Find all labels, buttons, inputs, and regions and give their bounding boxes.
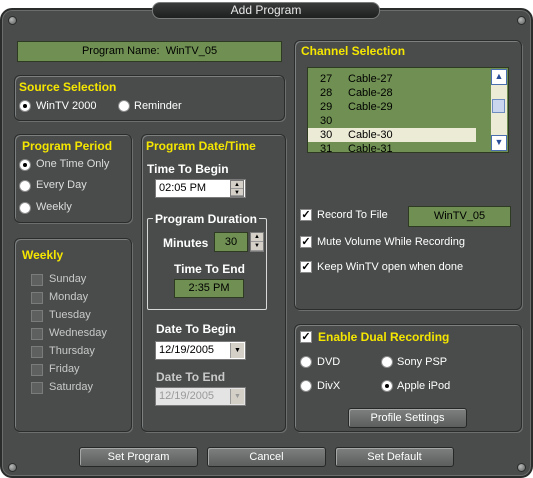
record-to-file-label: Record To File bbox=[317, 209, 388, 221]
record-to-file-input[interactable]: WinTV_05 bbox=[408, 206, 511, 227]
weekly-sunday-label: Sunday bbox=[49, 273, 87, 285]
spin-up-icon[interactable]: ▲ bbox=[251, 233, 263, 242]
weekly-saturday-label: Saturday bbox=[49, 381, 94, 393]
channel-number: 31 bbox=[320, 143, 333, 153]
weekly-friday-label: Friday bbox=[49, 363, 80, 375]
date-to-end-label: Date To End bbox=[156, 370, 226, 384]
source-reminder-radio[interactable] bbox=[118, 100, 130, 112]
set-program-button[interactable]: Set Program bbox=[79, 447, 198, 467]
program-name-label: Program Name: bbox=[81, 45, 160, 57]
weekly-friday-checkbox[interactable] bbox=[31, 364, 43, 376]
minutes-label: Minutes bbox=[163, 236, 209, 250]
channel-name: Cable-27 bbox=[348, 73, 393, 85]
source-wintv-label: WinTV 2000 bbox=[36, 100, 97, 112]
channel-name: Cable-29 bbox=[348, 101, 393, 113]
weekly-title: Weekly bbox=[22, 248, 64, 262]
keep-open-checkbox[interactable]: ✓ bbox=[300, 261, 312, 273]
date-to-begin-value: 12/19/2005 bbox=[159, 344, 215, 356]
chevron-down-icon[interactable]: ▼ bbox=[230, 343, 244, 358]
minutes-input[interactable]: 30 bbox=[214, 232, 248, 252]
weekly-wednesday-label: Wednesday bbox=[49, 327, 107, 339]
weekly-sunday-checkbox[interactable] bbox=[31, 274, 43, 286]
channel-name: Cable-31 bbox=[348, 143, 393, 153]
minutes-spinner[interactable]: ▲ ▼ bbox=[250, 232, 264, 252]
dual-dvd-label: DVD bbox=[317, 356, 341, 368]
dual-sony-psp-radio[interactable] bbox=[381, 356, 393, 368]
channel-list-scrollbar[interactable]: ▲ ▼ bbox=[491, 69, 507, 151]
dual-dvd-radio[interactable] bbox=[300, 356, 312, 368]
program-period-title: Program Period bbox=[22, 139, 113, 153]
program-name-display[interactable]: Program Name: WinTV_05 bbox=[17, 41, 282, 62]
keep-open-label: Keep WinTV open when done bbox=[317, 261, 464, 273]
period-weekly-label: Weekly bbox=[36, 201, 72, 213]
source-reminder-label: Reminder bbox=[134, 100, 182, 112]
channel-number: 30 bbox=[320, 115, 333, 127]
dual-apple-ipod-radio[interactable] bbox=[381, 380, 393, 392]
screw-icon bbox=[8, 463, 17, 472]
screw-icon bbox=[8, 16, 17, 25]
dual-sony-psp-label: Sony PSP bbox=[397, 356, 448, 368]
source-wintv-radio[interactable] bbox=[19, 100, 31, 112]
scroll-up-icon[interactable]: ▲ bbox=[491, 69, 507, 85]
screw-icon bbox=[517, 463, 526, 472]
scroll-down-icon[interactable]: ▼ bbox=[491, 135, 507, 151]
date-to-begin-dropdown[interactable]: 12/19/2005 ▼ bbox=[155, 341, 246, 360]
time-to-begin-label: Time To Begin bbox=[147, 162, 229, 176]
cancel-button[interactable]: Cancel bbox=[207, 447, 326, 467]
date-time-title: Program Date/Time bbox=[146, 139, 256, 153]
weekly-wednesday-checkbox[interactable] bbox=[31, 328, 43, 340]
scroll-thumb[interactable] bbox=[492, 99, 505, 113]
spin-up-icon[interactable]: ▲ bbox=[231, 181, 243, 189]
channel-number: 28 bbox=[320, 87, 333, 99]
enable-dual-recording-title: Enable Dual Recording bbox=[318, 330, 450, 344]
weekly-thursday-checkbox[interactable] bbox=[31, 346, 43, 358]
program-name-value: WinTV_05 bbox=[165, 45, 218, 57]
date-to-end-dropdown[interactable]: 12/19/2005 ▼ bbox=[155, 387, 246, 406]
spin-down-icon[interactable]: ▼ bbox=[231, 189, 243, 196]
time-to-begin-spinner[interactable]: ▲ ▼ bbox=[230, 180, 244, 197]
weekly-monday-checkbox[interactable] bbox=[31, 292, 43, 304]
enable-dual-recording-checkbox[interactable]: ✓ bbox=[300, 331, 312, 343]
mute-volume-checkbox[interactable]: ✓ bbox=[300, 236, 312, 248]
channel-number: 29 bbox=[320, 101, 333, 113]
period-one-time-label: One Time Only bbox=[36, 158, 110, 170]
period-one-time-radio[interactable] bbox=[19, 159, 31, 171]
channel-name: Cable-30 bbox=[348, 129, 393, 141]
channel-number: 27 bbox=[320, 73, 333, 85]
date-to-end-value: 12/19/2005 bbox=[159, 390, 215, 402]
dual-divx-radio[interactable] bbox=[300, 380, 312, 392]
weekly-monday-label: Monday bbox=[49, 291, 89, 303]
weekly-saturday-checkbox[interactable] bbox=[31, 382, 43, 394]
channel-selection-title: Channel Selection bbox=[301, 44, 406, 58]
source-selection-title: Source Selection bbox=[19, 80, 117, 94]
chevron-down-icon[interactable]: ▼ bbox=[230, 389, 244, 404]
program-duration-title: Program Duration bbox=[153, 212, 260, 226]
mute-volume-label: Mute Volume While Recording bbox=[317, 236, 465, 248]
dual-apple-ipod-label: Apple iPod bbox=[397, 380, 451, 392]
weekly-tuesday-label: Tuesday bbox=[49, 309, 91, 321]
weekly-tuesday-checkbox[interactable] bbox=[31, 310, 43, 322]
record-to-file-checkbox[interactable]: ✓ bbox=[300, 209, 312, 221]
screw-icon bbox=[517, 16, 526, 25]
profile-settings-button[interactable]: Profile Settings bbox=[348, 408, 467, 428]
window-title: Add Program bbox=[152, 2, 380, 19]
set-default-button[interactable]: Set Default bbox=[335, 447, 454, 467]
channel-number: 30 bbox=[320, 129, 333, 141]
channel-name: Cable-28 bbox=[348, 87, 393, 99]
weekly-thursday-label: Thursday bbox=[49, 345, 95, 357]
spin-down-icon[interactable]: ▼ bbox=[251, 242, 263, 251]
time-to-end-display: 2:35 PM bbox=[174, 279, 244, 298]
dual-divx-label: DivX bbox=[317, 380, 341, 392]
time-to-end-label: Time To End bbox=[174, 262, 245, 276]
period-every-day-label: Every Day bbox=[36, 179, 87, 191]
period-weekly-radio[interactable] bbox=[19, 202, 31, 214]
list-item-selected[interactable]: 30 Cable-30 bbox=[308, 128, 476, 142]
period-every-day-radio[interactable] bbox=[19, 180, 31, 192]
date-to-begin-label: Date To Begin bbox=[156, 322, 236, 336]
channel-list[interactable]: 27 Cable-27 28 Cable-28 29 Cable-29 30 30 Ca… bbox=[307, 67, 509, 153]
